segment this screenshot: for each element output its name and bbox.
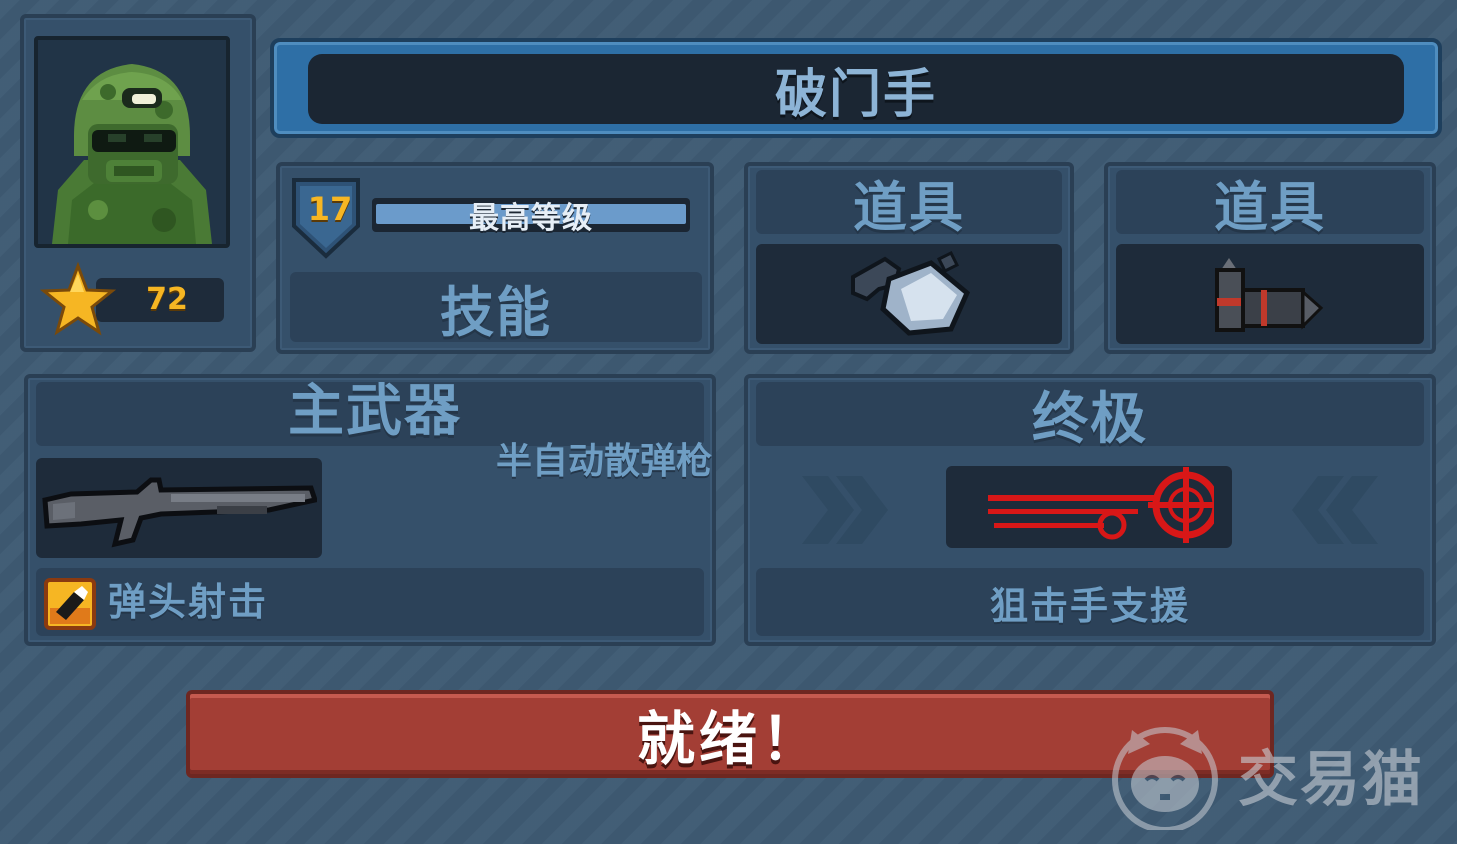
cat-logo-icon — [1112, 727, 1218, 830]
level-progress-bar: 最高等级 — [372, 198, 690, 236]
name-banner-inner: 破门手 — [308, 54, 1404, 125]
bullet-perk-icon — [44, 578, 96, 630]
skills-label: 技能 — [440, 280, 552, 344]
skills-button[interactable]: 技能 — [290, 272, 702, 344]
character-portrait[interactable] — [34, 36, 230, 248]
chevron-left-icon — [1292, 476, 1378, 544]
chevron-right-icon — [802, 476, 888, 544]
ultimate-ability-name: 狙击手支援 — [989, 583, 1190, 628]
star-count: 72 — [146, 282, 188, 317]
ultimate-name-row: 狙击手支援 — [756, 568, 1424, 636]
ready-button-label: 就绪！ — [636, 705, 823, 773]
character-name: 破门手 — [774, 64, 937, 125]
item-slot-1-icon-area — [756, 244, 1062, 344]
ultimate-label: 终极 — [1032, 386, 1148, 452]
soldier-helmet-portrait-icon — [38, 40, 226, 244]
item-slot-2-header: 道具 — [1116, 170, 1424, 239]
watermark-text: 交易猫 — [1238, 745, 1424, 815]
level-status: 最高等级 — [469, 201, 593, 236]
level-number: 17 — [307, 190, 353, 228]
primary-perk-label: 弹头射击 — [108, 580, 269, 624]
shotgun-icon — [42, 477, 317, 548]
ultimate-icon-area — [946, 466, 1232, 548]
ammo-belt-icon — [1215, 258, 1324, 332]
gold-star-icon — [40, 262, 116, 336]
sniper-crosshair-icon — [988, 467, 1214, 543]
ballistic-shield-icon — [851, 250, 971, 336]
primary-weapon-type: 半自动散弹枪 — [495, 441, 712, 482]
item-slot-1-header: 道具 — [756, 170, 1062, 239]
item-slot-2-icon-area — [1116, 244, 1424, 344]
item-2-label: 道具 — [1214, 175, 1326, 239]
ultimate-header: 终极 — [756, 382, 1424, 452]
item-1-label: 道具 — [853, 175, 965, 239]
primary-weapon-icon-area — [36, 458, 322, 558]
